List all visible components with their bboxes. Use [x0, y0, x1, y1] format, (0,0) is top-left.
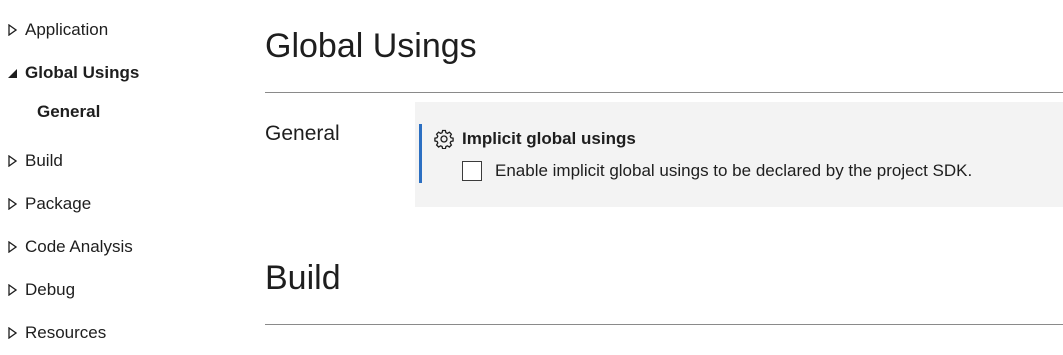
sidebar-item-general[interactable]: General	[37, 97, 100, 127]
section-title-build: Build	[265, 259, 341, 297]
sidebar-item-label: Global Usings	[25, 63, 140, 82]
expand-arrow-icon[interactable]	[5, 154, 19, 168]
sidebar-item-label: Debug	[25, 280, 76, 299]
sidebar-item-application[interactable]: Application	[0, 15, 108, 45]
sidebar-item-debug[interactable]: Debug	[0, 275, 75, 305]
implicit-usings-checkbox[interactable]	[462, 161, 482, 181]
setting-accent-bar	[419, 124, 422, 183]
sidebar-item-global-usings[interactable]: Global Usings	[0, 58, 139, 88]
setting-card	[415, 102, 1063, 207]
section-title-global-usings: Global Usings	[265, 27, 477, 65]
sidebar-item-label: Package	[25, 194, 92, 213]
collapse-arrow-icon[interactable]	[5, 66, 19, 80]
sidebar-item-code-analysis[interactable]: Code Analysis	[0, 232, 133, 262]
implicit-usings-option[interactable]: Enable implicit global usings to be decl…	[462, 158, 972, 184]
sidebar-item-resources[interactable]: Resources	[0, 318, 106, 348]
expand-arrow-icon[interactable]	[5, 240, 19, 254]
sidebar-item-label: Code Analysis	[25, 237, 133, 256]
expand-arrow-icon[interactable]	[5, 283, 19, 297]
project-properties-page: Application Global Usings General Build …	[0, 0, 1063, 355]
section-divider	[265, 324, 1063, 325]
sidebar-item-label: Application	[25, 20, 109, 39]
expand-arrow-icon[interactable]	[5, 197, 19, 211]
sidebar-item-package[interactable]: Package	[0, 189, 91, 219]
sidebar-item-label: General	[37, 102, 101, 121]
sidebar-item-label: Resources	[25, 323, 107, 342]
sidebar-nav: Application Global Usings General Build …	[0, 0, 240, 355]
group-label-general: General	[265, 122, 340, 145]
expand-arrow-icon[interactable]	[5, 326, 19, 340]
gear-icon	[433, 128, 455, 150]
sidebar-item-label: Build	[25, 151, 63, 170]
setting-header: Implicit global usings	[433, 127, 636, 151]
setting-title: Implicit global usings	[462, 129, 636, 148]
checkbox-label: Enable implicit global usings to be decl…	[495, 161, 973, 180]
expand-arrow-icon[interactable]	[5, 23, 19, 37]
sidebar-item-build[interactable]: Build	[0, 146, 63, 176]
section-divider	[265, 92, 1063, 93]
